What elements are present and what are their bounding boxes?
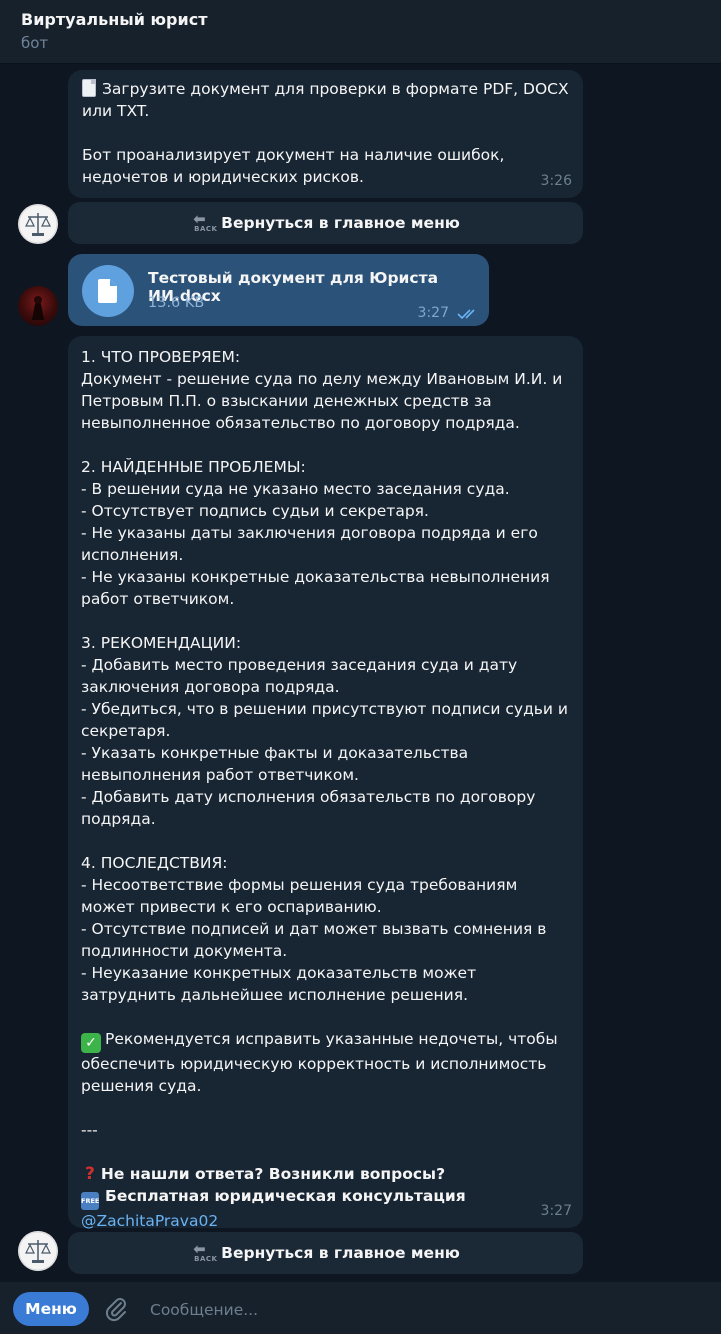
consult-text: FREE Бесплатная юридическая консультация … xyxy=(81,1187,466,1230)
separator-text: --- xyxy=(81,1121,98,1139)
bot-message-analysis: 1. ЧТО ПРОВЕРЯЕМ: Документ - решение суд… xyxy=(68,336,583,1230)
intro-text-2: Бот проанализирует документ на наличие о… xyxy=(82,146,510,186)
contact-link[interactable]: @ZachitaPrava02 xyxy=(81,1212,218,1230)
back-icon: ⬅ BACK xyxy=(193,1240,218,1264)
back-to-menu-label: Вернуться в главное меню xyxy=(221,214,460,232)
bot-avatar[interactable] xyxy=(18,1231,58,1271)
composer-bar: Меню xyxy=(0,1282,721,1334)
user-avatar[interactable] xyxy=(18,286,58,326)
message-time: 3:26 xyxy=(540,173,572,189)
analysis-text: 1. ЧТО ПРОВЕРЯЕМ: Документ - решение суд… xyxy=(81,348,568,1004)
check-mark-icon: ✓ xyxy=(81,1033,101,1053)
back-icon: ⬅ BACK xyxy=(193,210,218,234)
message-time: 3:27 xyxy=(417,305,449,321)
chat-header[interactable]: Виртуальный юрист бот xyxy=(0,0,721,64)
back-to-menu-label: Вернуться в главное меню xyxy=(221,1244,460,1262)
chat-title: Виртуальный юрист xyxy=(21,10,208,29)
question-text: ? Не нашли ответа? Возникли вопросы? xyxy=(85,1164,446,1184)
file-download-button[interactable] xyxy=(82,265,134,317)
back-to-menu-button[interactable]: ⬅ BACK Вернуться в главное меню xyxy=(68,1232,583,1274)
message-input[interactable] xyxy=(148,1296,692,1324)
intro-text: Загрузите документ для проверки в формат… xyxy=(82,79,574,120)
paperclip-icon[interactable] xyxy=(102,1294,130,1322)
back-to-menu-button[interactable]: ⬅ BACK Вернуться в главное меню xyxy=(68,202,583,244)
read-check-icon xyxy=(457,309,475,320)
message-time: 3:27 xyxy=(540,1203,572,1219)
recommendation-text: ✓ Рекомендуется исправить указанные недоч… xyxy=(81,1030,563,1095)
menu-button[interactable]: Меню xyxy=(13,1292,89,1326)
bot-message-intro: Загрузите документ для проверки в формат… xyxy=(68,70,583,198)
file-size: 13.6 KB xyxy=(148,295,205,311)
free-badge-icon: FREE xyxy=(81,1192,99,1210)
file-message[interactable]: Тестовый документ для Юриста ИИ.docx 13.… xyxy=(68,254,489,326)
document-emoji-icon xyxy=(82,79,96,97)
question-mark-icon: ? xyxy=(85,1164,95,1184)
bot-avatar[interactable] xyxy=(18,204,58,244)
chat-subtitle: бот xyxy=(21,34,49,52)
document-icon xyxy=(98,279,117,303)
